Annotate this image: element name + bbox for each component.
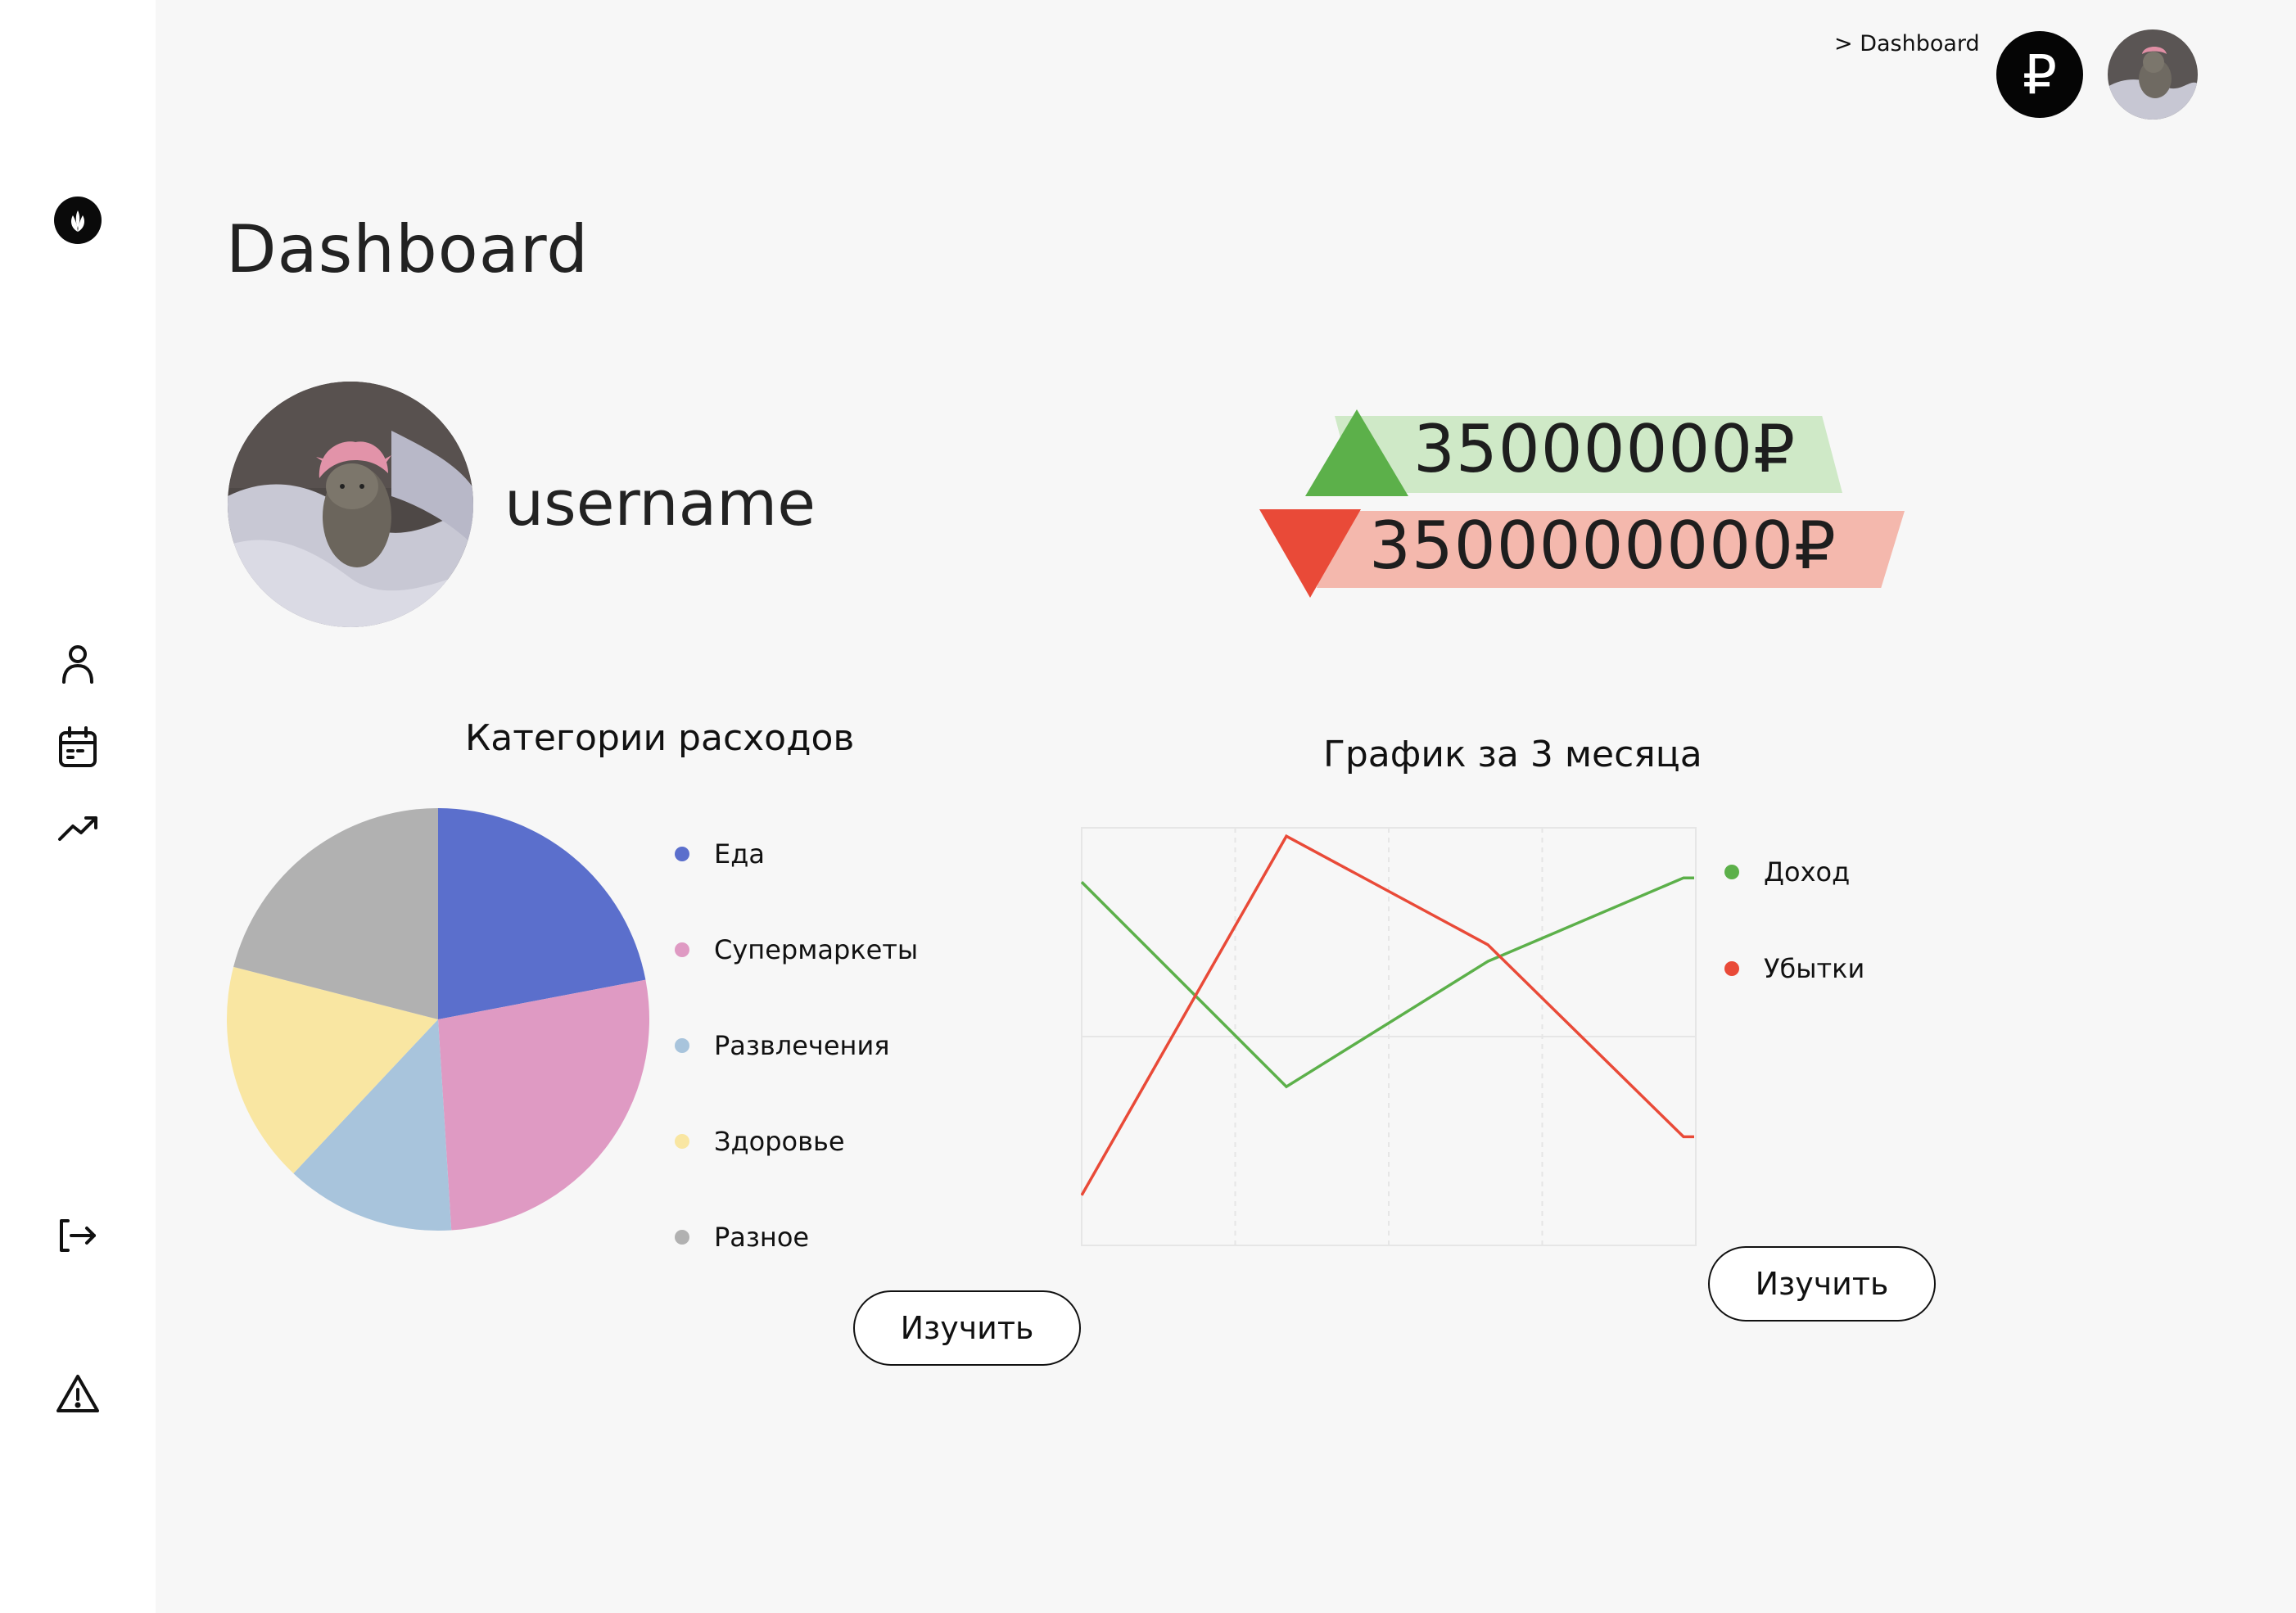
logout-icon[interactable] bbox=[51, 1209, 105, 1263]
legend-dot bbox=[675, 1230, 689, 1245]
legend-dot bbox=[675, 1134, 689, 1149]
legend-label: Разное bbox=[714, 1222, 810, 1253]
sidebar bbox=[0, 0, 156, 1613]
legend-label: Развлечения bbox=[714, 1030, 890, 1061]
user-icon[interactable] bbox=[51, 637, 105, 691]
currency-button[interactable]: ₽ bbox=[1996, 31, 2083, 118]
header-avatar[interactable] bbox=[2108, 29, 2198, 120]
page-title: Dashboard bbox=[226, 211, 590, 287]
legend-item: Разное bbox=[675, 1222, 809, 1253]
loss-amount: 3500000000₽ bbox=[1369, 508, 1837, 584]
income-up-icon bbox=[1305, 409, 1408, 496]
balance-summary: 35000000₽ 3500000000₽ bbox=[1253, 409, 1924, 606]
expense-pie-chart bbox=[227, 808, 649, 1231]
profile-avatar bbox=[228, 382, 473, 627]
legend-dot bbox=[675, 1038, 689, 1053]
legend-item: Здоровье bbox=[675, 1126, 845, 1157]
legend-item: Супермаркеты bbox=[675, 934, 918, 965]
username: username bbox=[504, 467, 816, 540]
loss-down-icon bbox=[1259, 509, 1361, 598]
pie-slice-2 bbox=[438, 979, 649, 1231]
income-chart-title: График за 3 месяца bbox=[1323, 734, 1702, 775]
legend-label: Доход bbox=[1764, 856, 1851, 888]
expense-explore-button[interactable]: Изучить bbox=[853, 1290, 1081, 1366]
legend-item: Развлечения bbox=[675, 1030, 889, 1061]
legend-dot bbox=[1724, 961, 1739, 976]
legend-dot bbox=[675, 942, 689, 957]
legend-item: Доход bbox=[1724, 856, 1850, 888]
legend-label: Убытки bbox=[1764, 953, 1865, 984]
legend-label: Еда bbox=[714, 838, 765, 870]
warning-icon[interactable] bbox=[51, 1367, 105, 1421]
logo-leaf-icon[interactable] bbox=[51, 193, 105, 247]
income-amount: 35000000₽ bbox=[1413, 411, 1797, 487]
legend-label: Супермаркеты bbox=[714, 934, 919, 965]
income-line-chart bbox=[1081, 827, 1697, 1246]
income-explore-button[interactable]: Изучить bbox=[1708, 1246, 1936, 1322]
legend-label: Здоровье bbox=[714, 1126, 845, 1157]
legend-dot bbox=[675, 847, 689, 861]
legend-item: Еда bbox=[675, 838, 765, 870]
breadcrumb[interactable]: > Dashboard bbox=[1834, 31, 1980, 56]
legend-item: Убытки bbox=[1724, 953, 1864, 984]
legend-dot bbox=[1724, 865, 1739, 879]
trending-up-icon[interactable] bbox=[51, 801, 105, 855]
expense-chart-title: Категории расходов bbox=[465, 717, 855, 759]
calendar-icon[interactable] bbox=[51, 721, 105, 775]
